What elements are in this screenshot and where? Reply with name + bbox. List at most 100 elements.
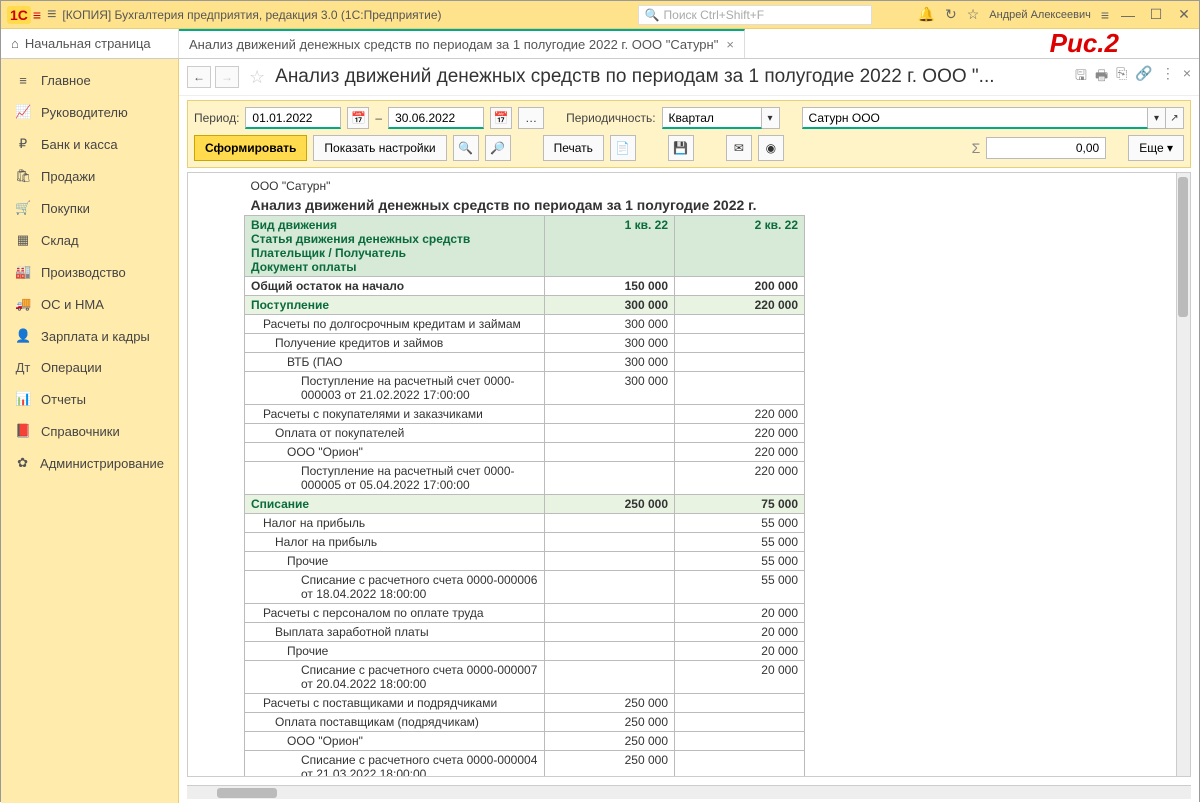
table-row[interactable]: Оплата поставщикам (подрядчикам)250 000 <box>245 713 805 732</box>
attach-button[interactable]: ◉ <box>758 135 784 161</box>
vertical-scrollbar[interactable] <box>1176 173 1190 776</box>
star-icon[interactable]: ☆ <box>967 6 980 23</box>
home-icon: ⌂ <box>11 36 19 51</box>
sidebar-item-0[interactable]: ≡Главное <box>1 65 178 96</box>
sidebar-item-8[interactable]: 👤Зарплата и кадры <box>1 320 178 352</box>
more-button[interactable]: Еще ▾ <box>1128 135 1184 161</box>
sidebar-item-2[interactable]: ₽Банк и касса <box>1 128 178 160</box>
settings-button[interactable]: Показать настройки <box>313 135 446 161</box>
table-row[interactable]: ООО "Орион"250 000 <box>245 732 805 751</box>
table-row[interactable]: Поступление на расчетный счет 0000-00000… <box>245 372 805 405</box>
header-col-label: Вид движения Статья движения денежных ср… <box>245 216 545 277</box>
sidebar-item-1[interactable]: 📈Руководителю <box>1 96 178 128</box>
sidebar-item-7[interactable]: 🚚ОС и НМА <box>1 288 178 320</box>
table-row[interactable]: Расчеты с покупателями и заказчиками220 … <box>245 405 805 424</box>
more-icon[interactable]: ⋮ <box>1161 65 1175 89</box>
close-page-icon[interactable]: × <box>1183 65 1191 89</box>
header-col-q2: 2 кв. 22 <box>675 216 805 277</box>
close-tab-icon[interactable]: × <box>726 37 734 52</box>
sidebar-icon: ✿ <box>15 455 30 471</box>
calendar-from-button[interactable]: 📅 <box>347 107 369 129</box>
table-row[interactable]: Налог на прибыль55 000 <box>245 533 805 552</box>
user-menu-icon[interactable]: ≡ <box>1101 7 1109 23</box>
nav-forward-button[interactable]: → <box>215 66 239 88</box>
nav-back-button[interactable]: ← <box>187 66 211 88</box>
sum-field[interactable] <box>986 137 1106 159</box>
find-next-button[interactable]: 🔎 <box>485 135 511 161</box>
home-tab[interactable]: ⌂ Начальная страница <box>1 29 179 58</box>
horizontal-scrollbar[interactable] <box>187 785 1191 799</box>
table-row[interactable]: ООО "Орион"220 000 <box>245 443 805 462</box>
sidebar-label: Зарплата и кадры <box>41 329 150 344</box>
table-row[interactable]: Списание с расчетного счета 0000-000004 … <box>245 751 805 778</box>
logo-1c: 1C≡ <box>7 6 41 24</box>
org-input[interactable] <box>802 107 1148 129</box>
sidebar-item-12[interactable]: ✿Администрирование <box>1 447 178 479</box>
table-row[interactable]: Выплата заработной платы20 000 <box>245 623 805 642</box>
period-picker-button[interactable]: … <box>518 107 544 129</box>
table-row[interactable]: Общий остаток на начало150 000200 000 <box>245 277 805 296</box>
report-table: ООО "Сатурн" Анализ движений денежных ср… <box>244 177 805 777</box>
table-row[interactable]: Прочие55 000 <box>245 552 805 571</box>
minimize-button[interactable]: — <box>1119 7 1137 23</box>
link-icon[interactable]: 🔗 <box>1135 65 1152 89</box>
table-row[interactable]: Оплата от покупателей220 000 <box>245 424 805 443</box>
sidebar-icon: 🛍 <box>15 168 31 184</box>
table-row[interactable]: Налог на прибыль55 000 <box>245 514 805 533</box>
star-icon[interactable]: ☆ <box>249 67 265 88</box>
sidebar-item-5[interactable]: ▦Склад <box>1 224 178 256</box>
org-open-button[interactable]: ↗ <box>1166 107 1184 129</box>
sidebar-item-10[interactable]: 📊Отчеты <box>1 383 178 415</box>
print-button[interactable]: Печать <box>543 135 604 161</box>
sidebar-item-6[interactable]: 🏭Производство <box>1 256 178 288</box>
table-row[interactable]: Списание с расчетного счета 0000-000006 … <box>245 571 805 604</box>
sidebar: ≡Главное📈Руководителю₽Банк и касса🛍Прода… <box>1 59 179 803</box>
user-label[interactable]: Андрей Алексеевич <box>989 9 1091 21</box>
print-icon[interactable]: 🖶 <box>1095 65 1108 89</box>
periodicity-dropdown-button[interactable]: ▾ <box>762 107 780 129</box>
page-title: Анализ движений денежных средств по пери… <box>275 66 1071 88</box>
table-row[interactable]: Списание250 00075 000 <box>245 495 805 514</box>
table-row[interactable]: Поступление300 000220 000 <box>245 296 805 315</box>
period-label: Период: <box>194 111 239 125</box>
header-col-q1: 1 кв. 22 <box>545 216 675 277</box>
mail-button[interactable]: ✉ <box>726 135 752 161</box>
date-to-input[interactable] <box>388 107 484 129</box>
sidebar-icon: 📊 <box>15 391 31 407</box>
export-icon[interactable]: ⎘ <box>1116 65 1127 89</box>
table-row[interactable]: Расчеты по долгосрочным кредитам и займа… <box>245 315 805 334</box>
history-icon[interactable]: ↻ <box>945 6 957 23</box>
sidebar-item-3[interactable]: 🛍Продажи <box>1 160 178 192</box>
table-row[interactable]: Расчеты с поставщиками и подрядчиками250… <box>245 694 805 713</box>
sidebar-label: Склад <box>41 233 79 248</box>
save-button[interactable]: 💾 <box>668 135 694 161</box>
maximize-button[interactable]: ☐ <box>1147 6 1165 23</box>
table-row[interactable]: Прочие20 000 <box>245 642 805 661</box>
sidebar-label: ОС и НМА <box>41 297 104 312</box>
periodicity-select[interactable] <box>662 107 762 129</box>
form-button[interactable]: Сформировать <box>194 135 307 161</box>
sigma-icon: Σ <box>972 140 981 156</box>
sidebar-label: Справочники <box>41 424 120 439</box>
app-title: [КОПИЯ] Бухгалтерия предприятия, редакци… <box>62 8 441 22</box>
search-input[interactable]: 🔍 Поиск Ctrl+Shift+F <box>638 5 872 25</box>
table-row[interactable]: Получение кредитов и займов300 000 <box>245 334 805 353</box>
table-row[interactable]: Поступление на расчетный счет 0000-00000… <box>245 462 805 495</box>
sidebar-item-4[interactable]: 🛒Покупки <box>1 192 178 224</box>
menu-icon[interactable]: ≡ <box>47 6 56 24</box>
preview-button[interactable]: 📄 <box>610 135 636 161</box>
table-row[interactable]: Списание с расчетного счета 0000-000007 … <box>245 661 805 694</box>
table-row[interactable]: Расчеты с персоналом по оплате труда20 0… <box>245 604 805 623</box>
sidebar-item-9[interactable]: ДтОперации <box>1 352 178 383</box>
close-button[interactable]: ✕ <box>1175 6 1193 23</box>
sidebar-item-11[interactable]: 📕Справочники <box>1 415 178 447</box>
save-icon[interactable]: 🖫 <box>1075 65 1087 89</box>
org-dropdown-button[interactable]: ▾ <box>1148 107 1166 129</box>
page-tab[interactable]: Анализ движений денежных средств по пери… <box>179 29 745 58</box>
date-from-input[interactable] <box>245 107 341 129</box>
table-row[interactable]: ВТБ (ПАО300 000 <box>245 353 805 372</box>
calendar-to-button[interactable]: 📅 <box>490 107 512 129</box>
ris-label: Рис.2 <box>1050 28 1119 59</box>
find-button[interactable]: 🔍 <box>453 135 479 161</box>
bell-icon[interactable]: 🔔 <box>918 6 935 23</box>
